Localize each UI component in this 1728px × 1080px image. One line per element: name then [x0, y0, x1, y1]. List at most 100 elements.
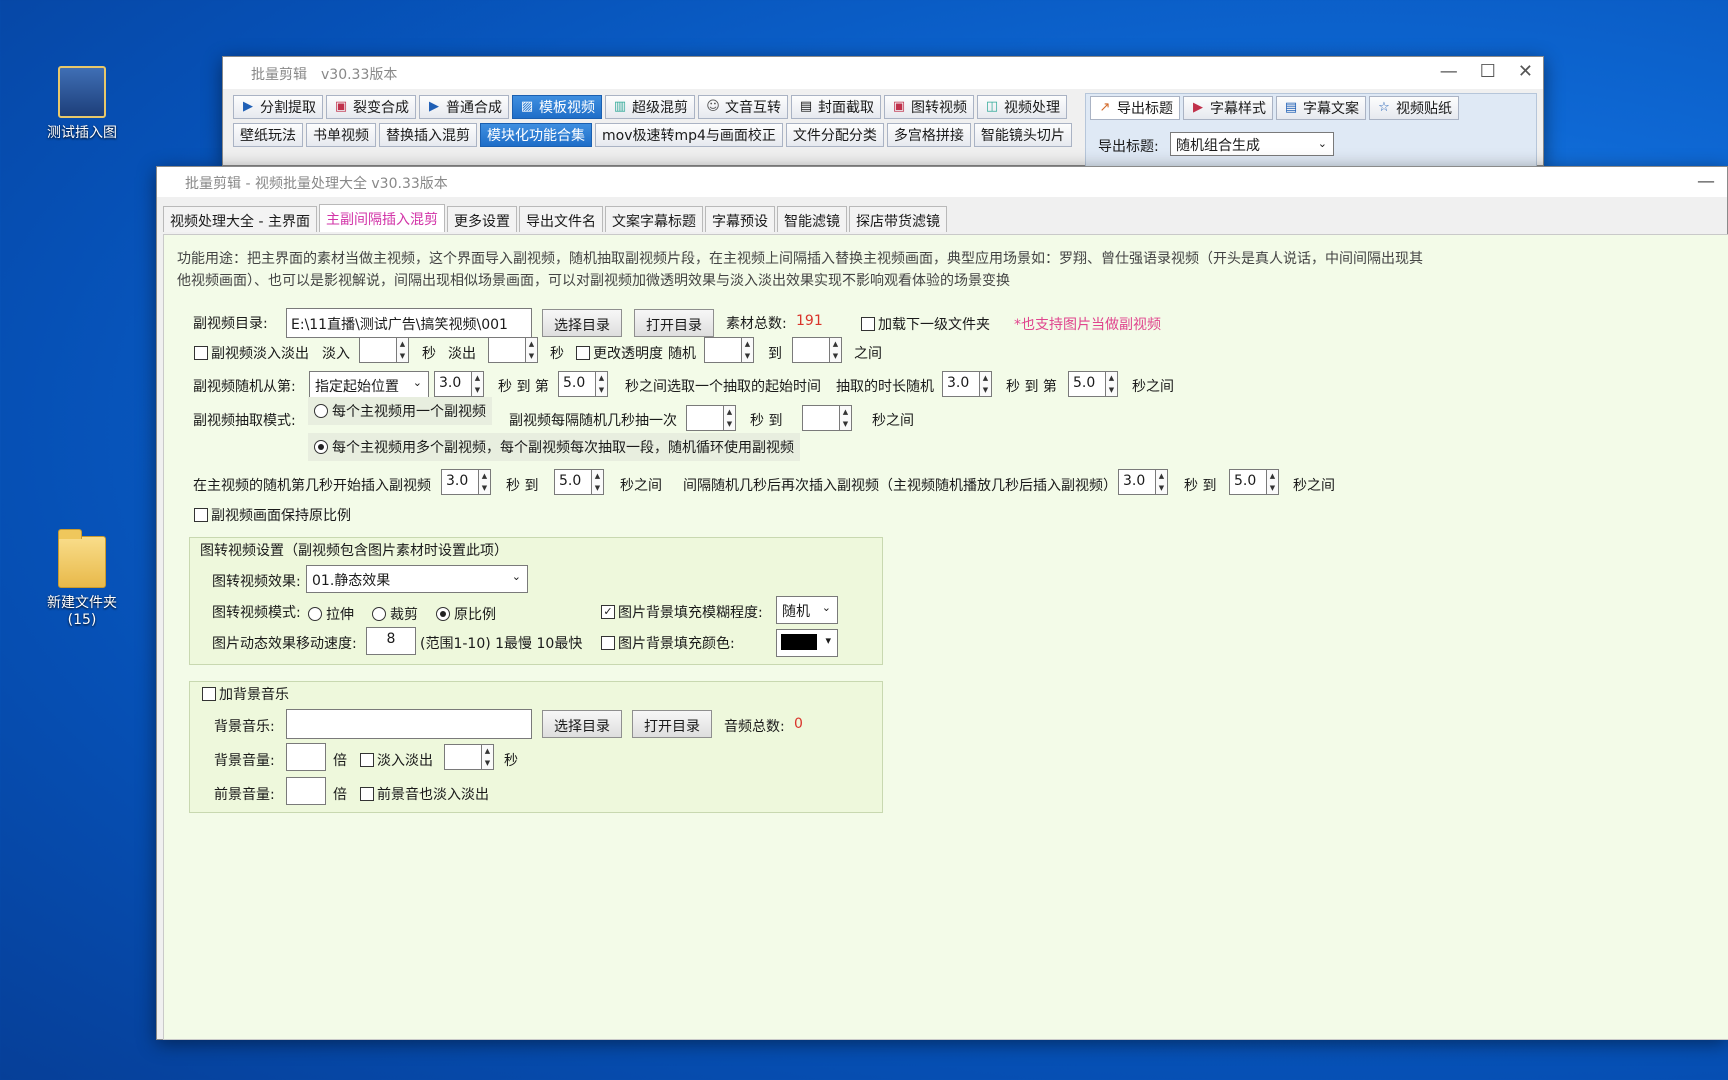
maximize-icon[interactable]: ☐ — [1480, 61, 1496, 82]
sec-to-nth-label: 秒 到 第 — [1006, 379, 1057, 395]
toolbar-button-wallpaper[interactable]: 壁纸玩法 — [233, 123, 303, 147]
chevron-down-icon: ⌄ — [412, 376, 422, 389]
fade-checkbox[interactable]: 副视频淡入淡出 — [194, 343, 309, 363]
right-panel: ↗ 导出标题 ▶ 字幕样式 ▤ 字幕文案 ☆ 视频贴纸 导出标题: 随机组合生成 ⌄ — [1085, 93, 1537, 167]
toolbar-button-module[interactable]: 模块化功能合集 — [480, 123, 592, 147]
toolbar-button-smart-cut[interactable]: 智能镜头切片 — [973, 123, 1072, 147]
toolbar-button-mov[interactable]: mov极速转mp4与画面校正 — [595, 123, 783, 147]
desktop-icon-image[interactable]: 测试插入图 — [32, 66, 132, 142]
content-panel: 功能用途：把主界面的素材当做主视频，这个界面导入副视频，随机抽取副视频片段，在主… — [163, 234, 1728, 1040]
opacity-max-spinner[interactable]: ▲ ▼ — [792, 337, 842, 363]
back-window-titlebar[interactable]: 批量剪辑 v30.33版本 — ☐ ✕ — [223, 57, 1543, 89]
change-opacity-checkbox[interactable]: 更改透明度 — [576, 343, 663, 363]
tab-subtitle-title[interactable]: 文案字幕标题 — [604, 206, 703, 232]
toolbar-button-grid[interactable]: 多宫格拼接 — [886, 123, 971, 147]
load-subfolder-checkbox[interactable]: 加载下一级文件夹 — [861, 314, 990, 334]
original-radio[interactable]: 原比例 — [436, 604, 496, 624]
mode-multi-radio[interactable]: 每个主视频用多个副视频，每个副视频每次抽取一段，随机循环使用副视频 — [308, 433, 800, 461]
bgm-open-dir-button[interactable]: 打开目录 — [632, 710, 712, 738]
toolbar-button-text-audio[interactable]: ☺ 文音互转 — [698, 95, 788, 119]
toolbar-button-cover[interactable]: ▤ 封面截取 — [791, 95, 881, 119]
tab-subtitle-style[interactable]: ▶ 字幕样式 — [1183, 96, 1273, 120]
bgm-fade-spinner[interactable]: ▲ ▼ — [444, 744, 494, 770]
description-line1: 功能用途：把主界面的素材当做主视频，这个界面导入副视频，随机抽取副视频片段，在主… — [177, 251, 1423, 267]
toolbar-button-booklist[interactable]: 书单视频 — [306, 123, 376, 147]
bg-color-checkbox[interactable]: 图片背景填充颜色: — [601, 633, 735, 653]
to-label: 到 — [768, 346, 782, 362]
stretch-radio[interactable]: 拉伸 — [308, 604, 354, 624]
times-label: 倍 — [333, 753, 347, 769]
image-file-icon — [58, 66, 106, 118]
toolbar-button-normal[interactable]: ▶ 普通合成 — [419, 95, 509, 119]
insert-max-spinner[interactable]: 5.0 ▲ ▼ — [554, 469, 604, 495]
toolbar-button-template[interactable]: ▨ 模板视频 — [512, 95, 602, 119]
tab-more-settings[interactable]: 更多设置 — [446, 206, 517, 232]
fg-fade-checkbox[interactable]: 前景音也淡入淡出 — [360, 784, 489, 804]
minimize-icon[interactable]: — — [1697, 171, 1715, 192]
toolbar-button-file-classify[interactable]: 文件分配分类 — [785, 123, 884, 147]
fade-out-spinner[interactable]: ▲ ▼ — [488, 337, 538, 363]
support-image-note: *也支持图片当做副视频 — [1014, 317, 1161, 333]
waveform-icon: ▥ — [613, 99, 627, 114]
keep-ratio-checkbox[interactable]: 副视频画面保持原比例 — [194, 505, 351, 525]
tab-export-title[interactable]: ↗ 导出标题 — [1090, 96, 1180, 120]
opacity-min-spinner[interactable]: ▲ ▼ — [704, 337, 754, 363]
export-title-select[interactable]: 随机组合生成 ⌄ — [1170, 132, 1334, 156]
desktop-icon-folder[interactable]: 新建文件夹 (15) — [32, 529, 132, 628]
toolbar-button-fission[interactable]: ▣ 裂变合成 — [326, 95, 416, 119]
move-speed-label: 图片动态效果移动速度: — [212, 636, 357, 652]
duration-max-spinner[interactable]: 5.0 ▲ ▼ — [1068, 371, 1118, 397]
toolbar-button-img2video[interactable]: ▣ 图转视频 — [884, 95, 974, 119]
move-speed-input[interactable]: 8 — [366, 627, 416, 655]
mode-one-radio[interactable]: 每个主视频用一个副视频 — [308, 397, 492, 425]
tab-subtitle-preset[interactable]: 字幕预设 — [704, 206, 775, 232]
crop-radio[interactable]: 裁剪 — [372, 604, 418, 624]
front-window[interactable]: 批量剪辑 - 视频批量处理大全 v30.33版本 — 视频处理大全 - 主界面 … — [156, 166, 1728, 1040]
bgm-input[interactable] — [286, 709, 532, 739]
close-icon[interactable]: ✕ — [1518, 61, 1533, 82]
duration-min-spinner[interactable]: 3.0 ▲ ▼ — [942, 371, 992, 397]
bg-blur-checkbox[interactable]: ✓ 图片背景填充模糊程度: — [601, 602, 763, 622]
front-window-titlebar[interactable]: 批量剪辑 - 视频批量处理大全 v30.33版本 — — [157, 167, 1727, 197]
tab-main[interactable]: 视频处理大全 - 主界面 — [163, 206, 317, 232]
sub-dir-input[interactable]: E:\11直播\测试广告\搞笑视频\001 — [286, 308, 532, 338]
bgm-label: 背景音乐: — [214, 719, 275, 735]
bgm-checkbox[interactable]: 加背景音乐 — [202, 684, 289, 704]
img-effect-select[interactable]: 01.静态效果 ⌄ — [306, 565, 528, 593]
interval-min-spinner[interactable]: 3.0 ▲ ▼ — [1118, 469, 1168, 495]
start-position-select[interactable]: 指定起始位置 ⌄ — [309, 371, 429, 399]
bg-color-picker[interactable]: ▾ — [776, 629, 838, 657]
every-min-spinner[interactable]: ▲ ▼ — [686, 405, 736, 431]
toolbar-button-replace-insert[interactable]: 替换插入混剪 — [379, 123, 477, 147]
export-icon: ↗ — [1099, 100, 1111, 115]
tab-shop-filter[interactable]: 探店带货滤镜 — [848, 206, 947, 232]
tab-smart-filter[interactable]: 智能滤镜 — [776, 206, 847, 232]
bg-blur-select[interactable]: 随机 ⌄ — [776, 596, 838, 624]
fg-volume-input[interactable] — [286, 777, 326, 805]
random-label: 随机 — [668, 346, 696, 362]
play-icon: ▶ — [429, 99, 439, 114]
tab-interval-insert[interactable]: 主副间隔插入混剪 — [318, 204, 445, 232]
bgm-fade-checkbox[interactable]: 淡入淡出 — [360, 750, 433, 770]
open-dir-button[interactable]: 打开目录 — [634, 309, 714, 337]
background-music-group: 加背景音乐 背景音乐: 选择目录 打开目录 音频总数: 0 背景音量: 倍 淡入… — [189, 681, 883, 813]
bg-volume-input[interactable] — [286, 743, 326, 771]
every-max-spinner[interactable]: ▲ ▼ — [802, 405, 852, 431]
start-max-spinner[interactable]: 5.0 ▲ ▼ — [558, 371, 608, 397]
toolbar-button-video-process[interactable]: ◫ 视频处理 — [977, 95, 1067, 119]
tab-export-filename[interactable]: 导出文件名 — [518, 206, 603, 232]
fade-in-spinner[interactable]: ▲ ▼ — [359, 337, 409, 363]
toolbar-button-split[interactable]: ▶ 分割提取 — [233, 95, 323, 119]
start-min-spinner[interactable]: 3.0 ▲ ▼ — [434, 371, 484, 397]
insert-min-spinner[interactable]: 3.0 ▲ ▼ — [441, 469, 491, 495]
tab-video-sticker[interactable]: ☆ 视频贴纸 — [1369, 96, 1459, 120]
back-window[interactable]: 批量剪辑 v30.33版本 — ☐ ✕ ▶ 分割提取 ▣ 裂变合成 ▶ 普通合成 ▨ 模板视… — [222, 56, 1544, 167]
bgm-choose-dir-button[interactable]: 选择目录 — [542, 710, 622, 738]
choose-dir-button[interactable]: 选择目录 — [542, 309, 622, 337]
copy-icon: ▣ — [334, 99, 348, 114]
tab-subtitle-text[interactable]: ▤ 字幕文案 — [1276, 96, 1366, 120]
toolbar-button-supermix[interactable]: ▥ 超级混剪 — [605, 95, 695, 119]
minimize-icon[interactable]: — — [1440, 61, 1458, 82]
interval-max-spinner[interactable]: 5.0 ▲ ▼ — [1229, 469, 1279, 495]
document-icon: ▤ — [1284, 100, 1298, 115]
